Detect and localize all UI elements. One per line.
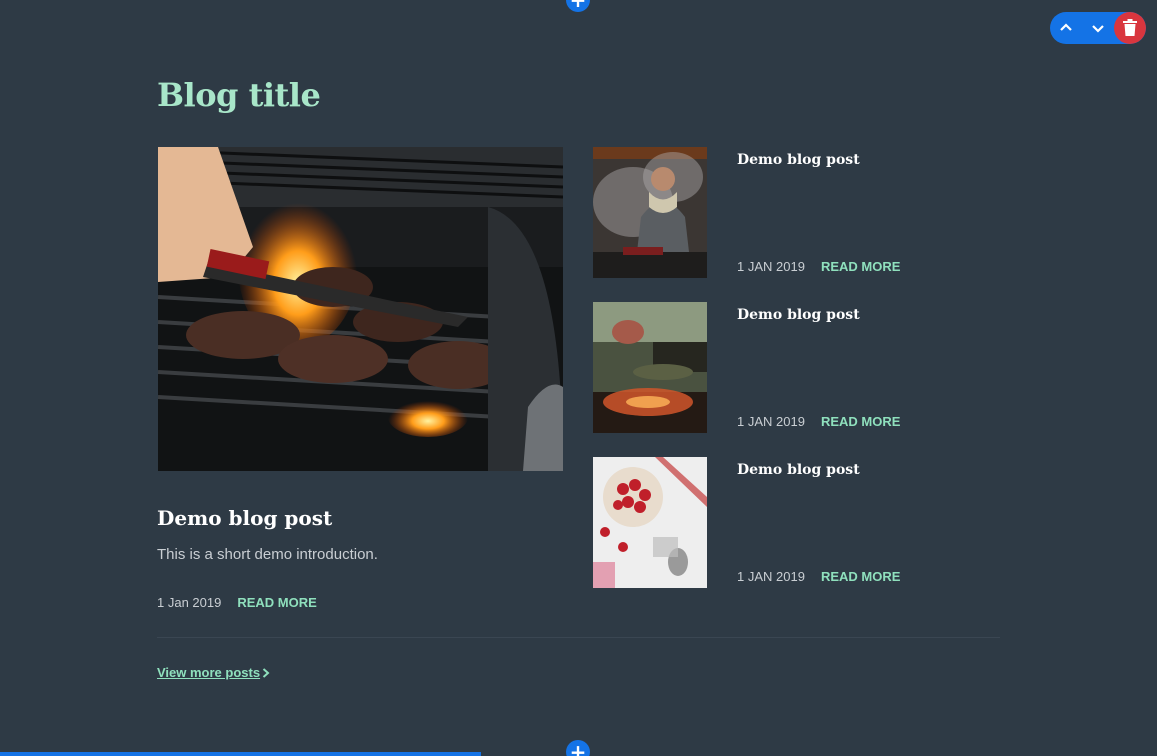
featured-post-image[interactable] bbox=[158, 147, 563, 471]
featured-post-intro: This is a short demo introduction. bbox=[157, 546, 378, 563]
section-toolbar bbox=[1050, 12, 1146, 44]
post-date: 1 JAN 2019 bbox=[737, 414, 805, 429]
chevron-down-icon bbox=[1092, 25, 1104, 33]
post-title[interactable]: Demo blog post bbox=[737, 307, 860, 323]
list-item: Demo blog post 1 JAN 2019 READ MORE bbox=[593, 147, 1013, 278]
read-more-link[interactable]: READ MORE bbox=[821, 414, 900, 429]
view-more-posts-link[interactable]: View more posts bbox=[157, 665, 270, 680]
post-date: 1 JAN 2019 bbox=[737, 569, 805, 584]
post-date: 1 JAN 2019 bbox=[737, 259, 805, 274]
plus-icon: + bbox=[569, 740, 587, 756]
blog-title: Blog title bbox=[157, 76, 321, 114]
post-thumbnail[interactable] bbox=[593, 457, 707, 588]
plus-icon: + bbox=[569, 0, 587, 12]
view-more-label: View more posts bbox=[157, 665, 261, 680]
featured-post-date: 1 Jan 2019 bbox=[157, 595, 222, 610]
featured-post-meta: 1 Jan 2019 READ MORE bbox=[157, 595, 317, 610]
post-meta: 1 JAN 2019 READ MORE bbox=[737, 414, 900, 429]
trash-icon bbox=[1123, 19, 1137, 36]
move-up-button[interactable] bbox=[1050, 12, 1082, 44]
post-thumbnail[interactable] bbox=[593, 302, 707, 433]
add-section-bottom-button[interactable]: + bbox=[566, 740, 590, 756]
read-more-link[interactable]: READ MORE bbox=[821, 569, 900, 584]
featured-post-title[interactable]: Demo blog post bbox=[157, 506, 332, 530]
move-down-button[interactable] bbox=[1082, 12, 1114, 44]
post-meta: 1 JAN 2019 READ MORE bbox=[737, 569, 900, 584]
section-selection-line bbox=[0, 752, 481, 756]
read-more-link[interactable]: READ MORE bbox=[821, 259, 900, 274]
featured-read-more-link[interactable]: READ MORE bbox=[237, 595, 316, 610]
divider bbox=[157, 637, 1000, 638]
delete-section-button[interactable] bbox=[1114, 12, 1146, 44]
post-title[interactable]: Demo blog post bbox=[737, 152, 860, 168]
chevron-up-icon bbox=[1060, 23, 1072, 31]
add-section-top-button[interactable]: + bbox=[566, 0, 590, 12]
post-meta: 1 JAN 2019 READ MORE bbox=[737, 259, 900, 274]
post-title[interactable]: Demo blog post bbox=[737, 462, 860, 478]
chevron-right-icon bbox=[262, 667, 270, 678]
list-item: Demo blog post 1 JAN 2019 READ MORE bbox=[593, 457, 1013, 588]
post-thumbnail[interactable] bbox=[593, 147, 707, 278]
list-item: Demo blog post 1 JAN 2019 READ MORE bbox=[593, 302, 1013, 433]
